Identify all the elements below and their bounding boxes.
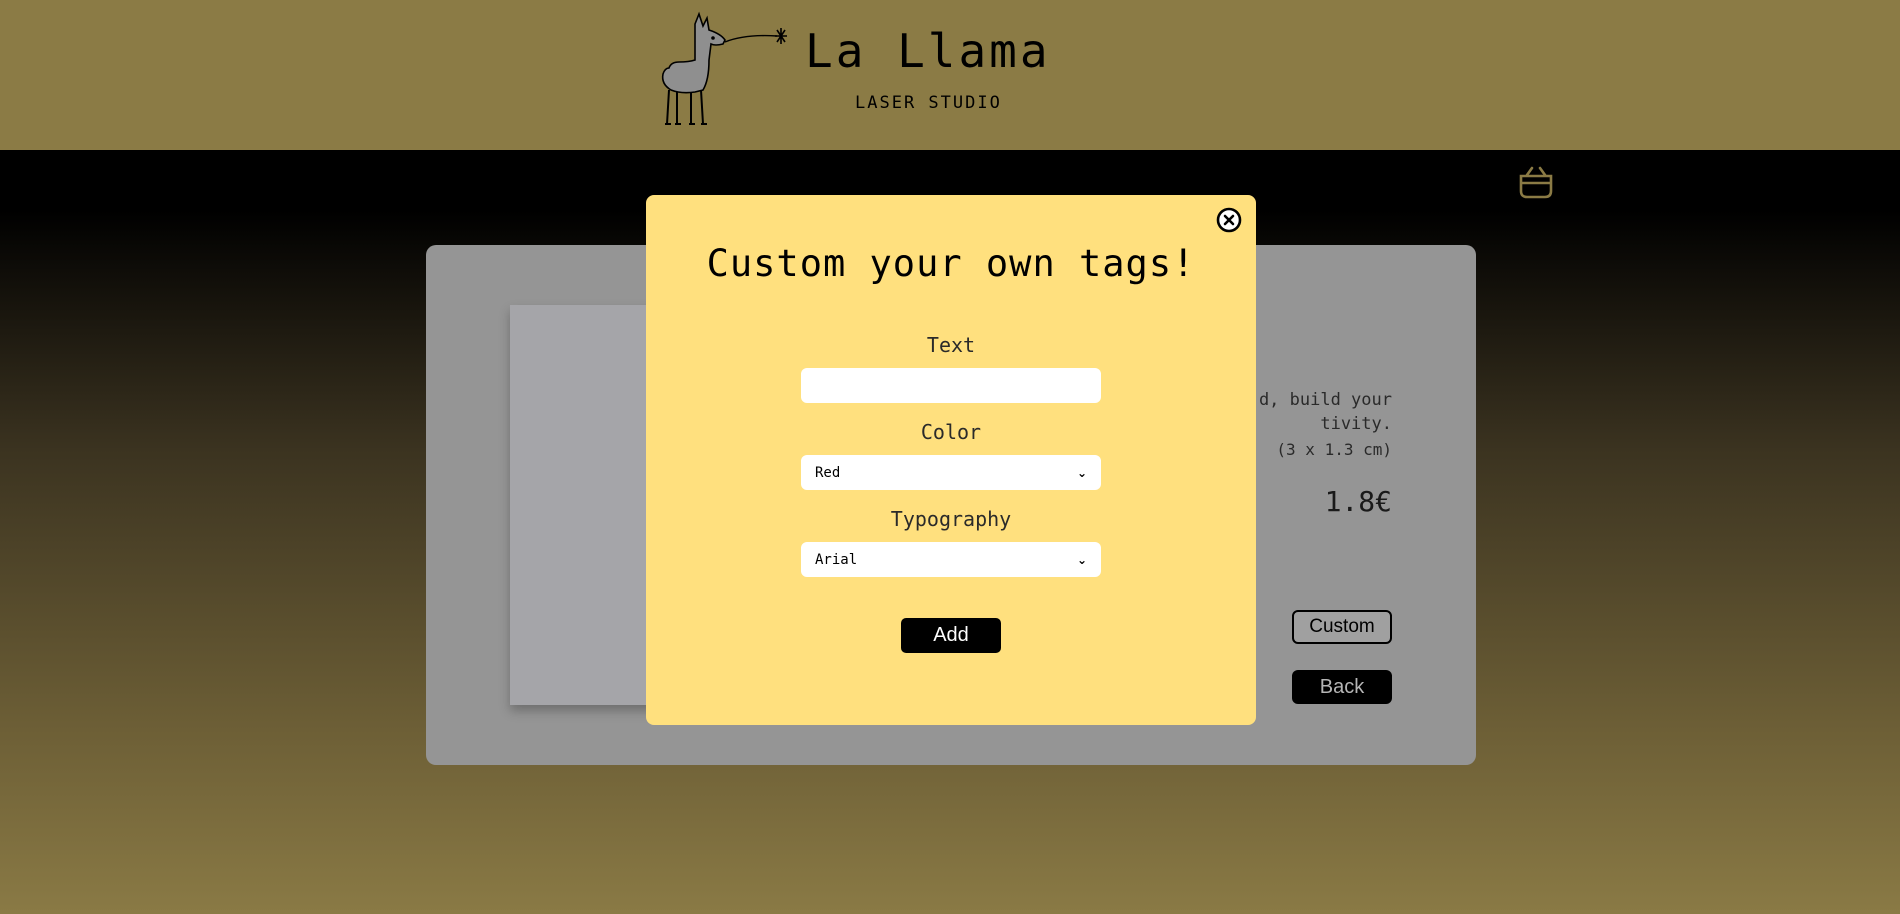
color-select-value: Red bbox=[815, 464, 841, 481]
color-label: Color bbox=[920, 420, 982, 444]
text-label: Text bbox=[926, 333, 976, 357]
chevron-down-icon: ⌄ bbox=[1076, 552, 1087, 567]
typography-label: Typography bbox=[890, 507, 1012, 531]
product-size: (3 x 1.3 cm) bbox=[1276, 440, 1392, 459]
product-price: 1.8€ bbox=[1324, 485, 1392, 518]
text-input[interactable] bbox=[801, 368, 1101, 403]
typography-select-value: Arial bbox=[815, 551, 858, 568]
back-button[interactable]: Back bbox=[1292, 670, 1392, 704]
brand-logo[interactable]: La Llama LASER STUDIO bbox=[655, 10, 1055, 130]
custom-tag-modal: Custom your own tags! Text Color Red ⌄ T… bbox=[646, 195, 1256, 725]
brand-title: La Llama bbox=[805, 24, 1051, 78]
llama-laser-icon bbox=[661, 11, 787, 125]
shopping-basket-icon[interactable] bbox=[1518, 164, 1554, 200]
site-header: La Llama LASER STUDIO bbox=[0, 0, 1900, 150]
brand-subtitle: LASER STUDIO bbox=[855, 93, 1002, 113]
close-circle-icon[interactable] bbox=[1216, 207, 1242, 233]
modal-title: Custom your own tags! bbox=[706, 242, 1196, 285]
typography-select[interactable]: Arial ⌄ bbox=[801, 542, 1101, 577]
chevron-down-icon: ⌄ bbox=[1076, 465, 1087, 480]
add-button[interactable]: Add bbox=[901, 618, 1001, 653]
color-select[interactable]: Red ⌄ bbox=[801, 455, 1101, 490]
custom-button[interactable]: Custom bbox=[1292, 610, 1392, 644]
